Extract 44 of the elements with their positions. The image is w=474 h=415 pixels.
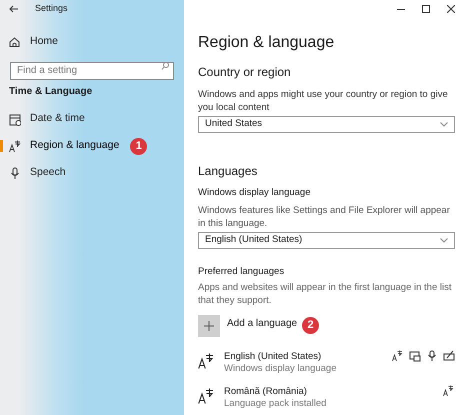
section-heading: Languages — [198, 163, 258, 179]
search-icon — [161, 62, 169, 70]
home-link[interactable]: Home — [0, 33, 184, 51]
number-badge: 2 — [302, 317, 320, 334]
language-status: Language pack installed — [224, 398, 328, 410]
nav-item[interactable]: Date & time — [0, 110, 184, 128]
home-icon — [9, 37, 20, 47]
language-icon — [198, 353, 214, 369]
display-icon — [409, 350, 421, 362]
number-badge: 1 — [130, 138, 148, 154]
dropdown[interactable]: English (United States) — [198, 232, 455, 249]
language-pack-icon — [443, 385, 455, 397]
language-status: Windows display language — [224, 363, 338, 375]
microphone-icon — [9, 166, 21, 180]
field-label: Preferred languages — [198, 265, 286, 278]
language-name: Română (România) — [224, 386, 308, 398]
add-button[interactable] — [198, 315, 220, 337]
microphone-icon — [426, 350, 438, 362]
language-name: English (United States) — [224, 351, 322, 363]
section-heading: Country or region — [198, 64, 292, 80]
language-item[interactable]: Română (România) Language pack installed — [198, 386, 455, 410]
nav-item[interactable]: Region & language 1 — [0, 137, 184, 155]
back-icon[interactable] — [9, 5, 19, 13]
add-language-link[interactable]: Add a language — [227, 316, 298, 331]
calendar-icon — [9, 112, 21, 126]
field-label: Windows display language — [198, 186, 312, 199]
nav-item[interactable]: Speech — [0, 164, 184, 182]
language-icon — [9, 140, 21, 152]
section-heading: Time & Language — [8, 85, 94, 99]
language-item[interactable]: English (United States) Windows display language — [198, 351, 455, 375]
chevron-down-icon — [440, 238, 448, 243]
maximize-icon[interactable] — [422, 5, 430, 13]
dropdown[interactable]: United States — [198, 116, 455, 133]
description-text: Windows features like Settings and File Explorer will appear in this language. — [198, 204, 451, 230]
language-pack-icon — [392, 350, 404, 362]
language-icon — [198, 388, 214, 404]
close-icon[interactable] — [447, 5, 455, 13]
page-title: Region & language — [198, 33, 336, 53]
window-title: Settings — [35, 2, 68, 16]
description-text: Windows and apps might use your country or region to give you local content — [198, 88, 449, 114]
chevron-down-icon — [440, 122, 448, 127]
handwriting-icon — [443, 350, 455, 362]
search-field[interactable]: Find a setting — [10, 62, 174, 80]
description-text: Apps and websites will appear in the first language in the list that they support. — [198, 281, 452, 307]
